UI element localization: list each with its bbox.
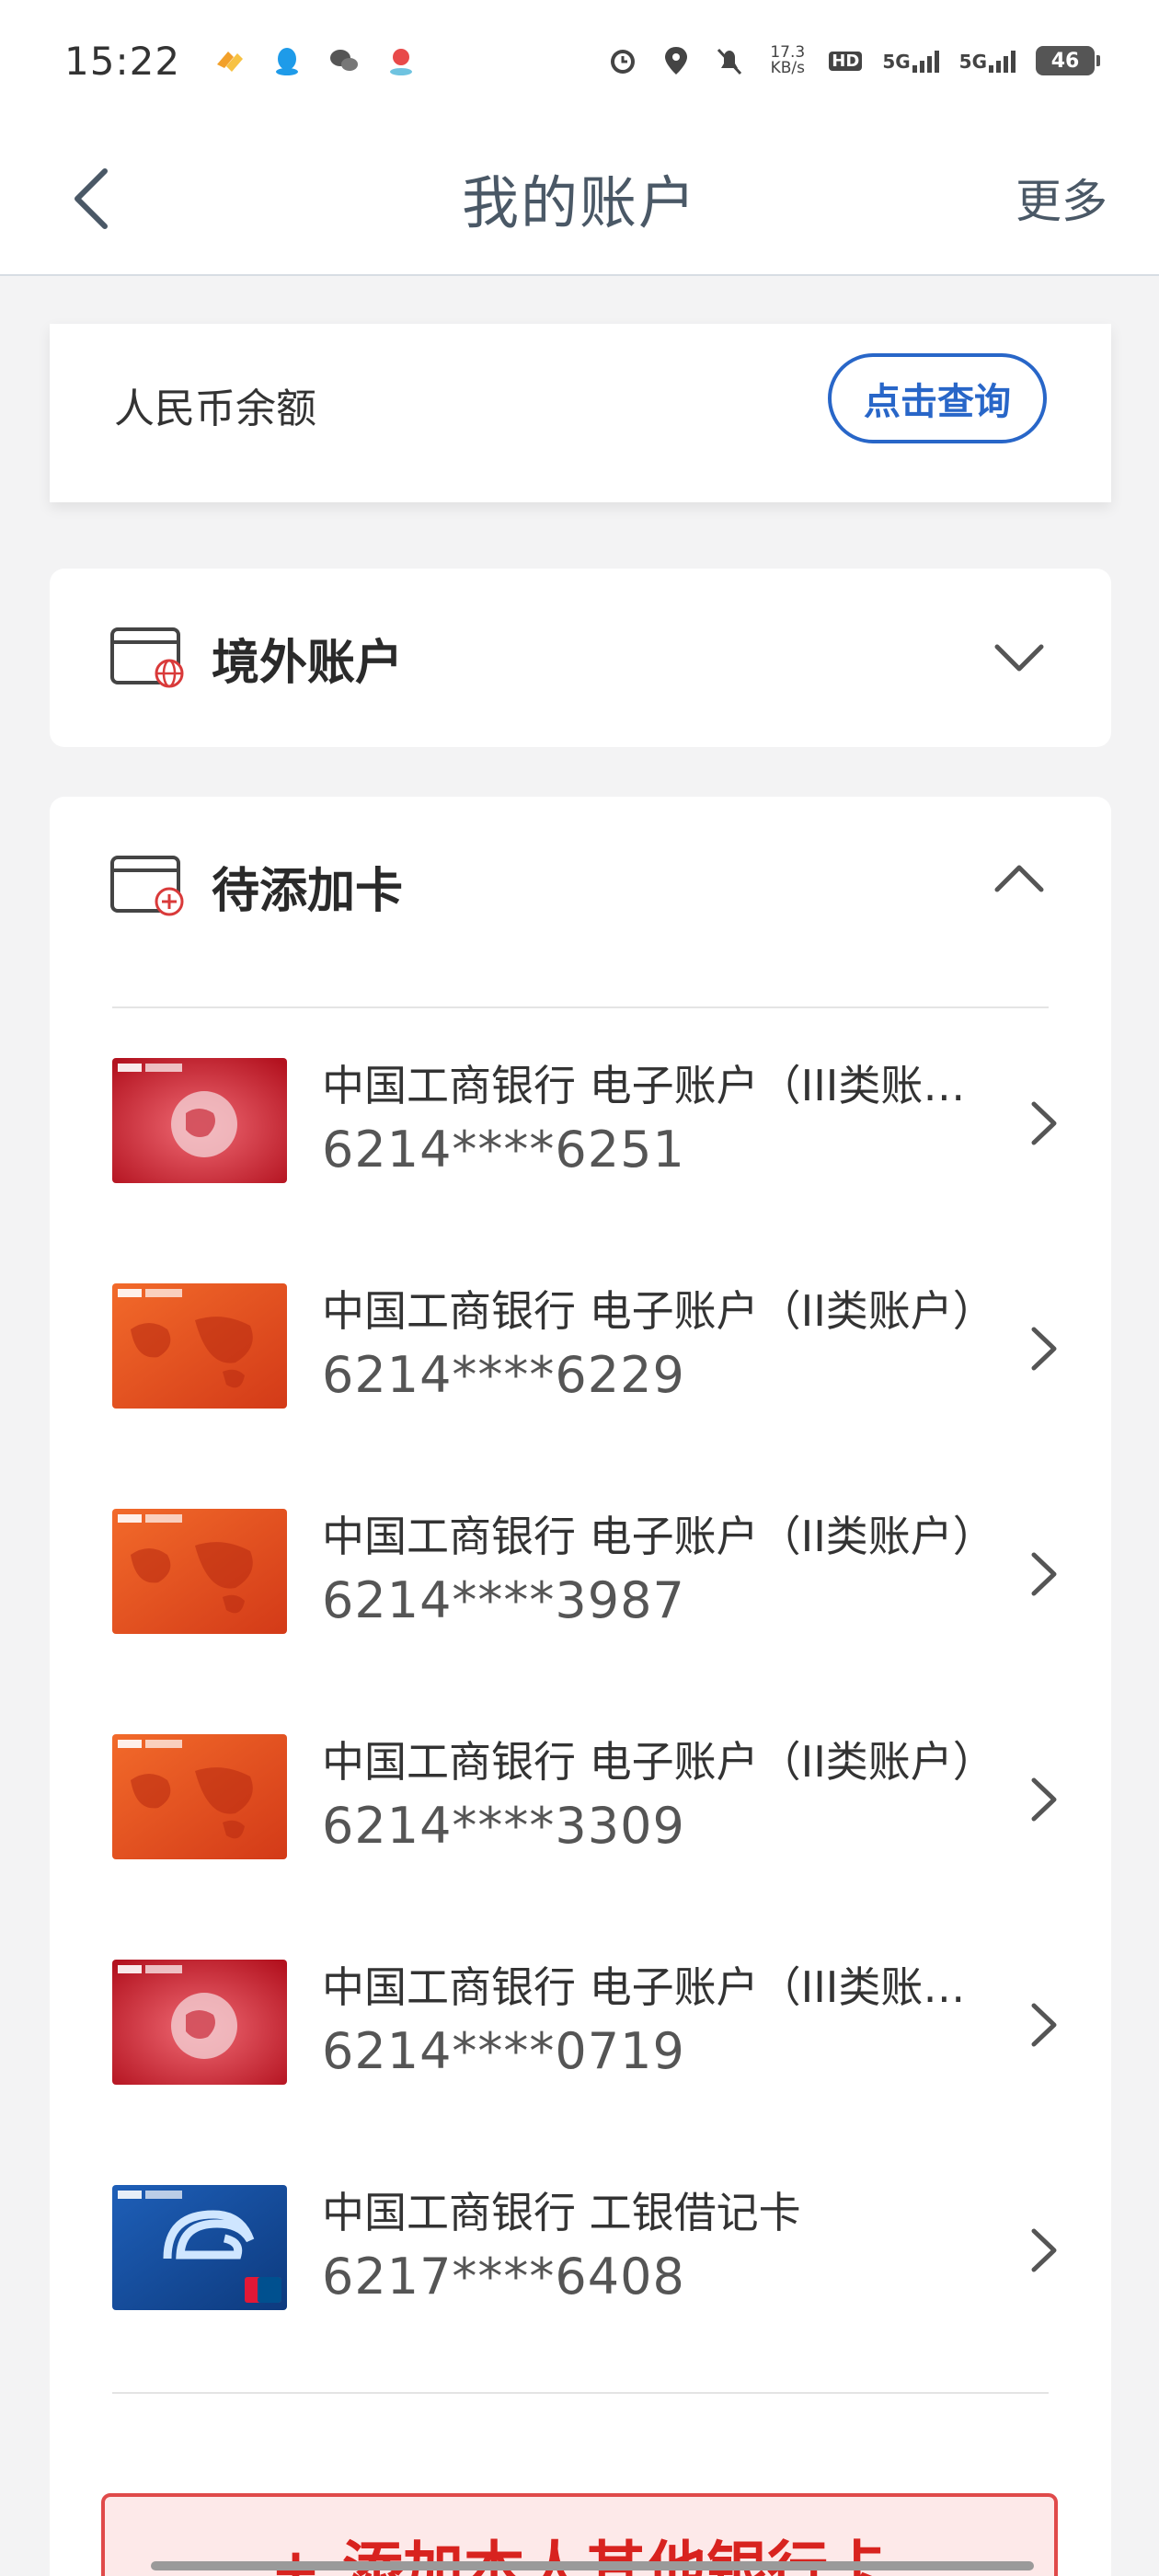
card-number: 6214****3987 <box>322 1571 685 1629</box>
signal-bars-icon <box>989 49 1016 73</box>
card-text: 中国工商银行 工银借记卡 6217****6408 <box>322 2183 1003 2312</box>
card-number: 6217****6408 <box>322 2248 685 2306</box>
card-number: 6214****6229 <box>322 1346 685 1404</box>
chevron-right-icon[interactable] <box>1028 1098 1060 1148</box>
alarm-icon <box>606 44 639 77</box>
chevron-right-icon[interactable] <box>1028 1549 1060 1599</box>
chevron-up-icon[interactable] <box>993 862 1045 895</box>
card-number: 6214****6251 <box>322 1121 685 1179</box>
query-balance-button[interactable]: 点击查询 <box>828 353 1047 443</box>
card-row[interactable]: 中国工商银行 电子账户（II类账户） 6214****3309 <box>112 1734 1060 1960</box>
wechat-icon <box>327 44 361 77</box>
overseas-section-header[interactable]: 境外账户 <box>50 569 1111 747</box>
bank-card-thumbnail <box>112 1960 287 2085</box>
signal-sim2: 5G <box>959 49 1016 73</box>
card-name: 中国工商银行 电子账户（III类账户） <box>322 1061 1003 1110</box>
card-row[interactable]: 中国工商银行 电子账户（III类账户） 6214****0719 <box>112 1960 1060 2185</box>
qq-icon <box>270 44 304 77</box>
mute-bell-icon <box>713 44 746 77</box>
chevron-down-icon[interactable] <box>993 641 1045 674</box>
card-number: 6214****0719 <box>322 2022 685 2080</box>
network-type-2: 5G <box>958 51 987 73</box>
bank-card-thumbnail <box>112 1734 287 1859</box>
card-row[interactable]: 中国工商银行 工银借记卡 6217****6408 <box>112 2185 1060 2410</box>
network-speed: 17.3 KB/s <box>766 45 809 76</box>
card-row[interactable]: 中国工商银行 电子账户（III类账户） 6214****6251 <box>112 1058 1060 1283</box>
card-text: 中国工商银行 电子账户（II类账户） 6214****3309 <box>322 1732 1003 1861</box>
card-name: 中国工商银行 工银借记卡 <box>322 2188 801 2237</box>
map-pin-notification-icon <box>384 44 418 77</box>
hd-indicator: HD <box>829 51 863 71</box>
chevron-right-icon[interactable] <box>1028 1324 1060 1374</box>
status-bar: 15:22 17.3 KB/s HD 5G 5G 46 <box>0 0 1159 121</box>
pending-section-header[interactable]: 待添加卡 <box>50 797 1111 975</box>
balance-label: 人民币余额 <box>114 385 316 432</box>
globe-card-icon <box>110 627 184 688</box>
card-name: 中国工商银行 电子账户（II类账户） <box>322 1512 995 1561</box>
card-text: 中国工商银行 电子账户（III类账户） 6214****6251 <box>322 1056 1003 1185</box>
pending-card-list: 中国工商银行 电子账户（III类账户） 6214****6251 中国工商银行 电子… <box>112 1058 1060 2410</box>
speed-unit: KB/s <box>770 59 805 77</box>
rmb-balance-card: 人民币余额 点击查询 <box>50 324 1111 502</box>
pending-cards-section: 待添加卡 中国工商银行 电子账户（III类账户） 6214****6251 中国工商… <box>50 797 1111 2576</box>
back-arrow-icon[interactable] <box>64 166 120 232</box>
add-card-icon <box>110 856 184 916</box>
card-row[interactable]: 中国工商银行 电子账户（II类账户） 6214****6229 <box>112 1283 1060 1509</box>
network-type-1: 5G <box>882 51 911 73</box>
bank-card-thumbnail <box>112 2185 287 2310</box>
bank-card-thumbnail <box>112 1058 287 1183</box>
status-time: 15:22 <box>64 38 181 84</box>
pending-section-title: 待添加卡 <box>212 863 404 919</box>
page-title: 我的账户 <box>461 169 697 236</box>
more-button[interactable]: 更多 <box>1016 165 1107 231</box>
divider <box>112 1006 1049 1008</box>
app-notification-icon <box>213 44 247 77</box>
chevron-right-icon[interactable] <box>1028 2225 1060 2275</box>
card-number: 6214****3309 <box>322 1797 685 1855</box>
chevron-right-icon[interactable] <box>1028 2000 1060 2050</box>
hd-label: HD <box>829 51 863 71</box>
divider <box>112 2392 1049 2394</box>
location-icon <box>660 44 693 77</box>
card-row[interactable]: 中国工商银行 电子账户（II类账户） 6214****3987 <box>112 1509 1060 1734</box>
overseas-section-title: 境外账户 <box>212 635 404 691</box>
card-text: 中国工商银行 电子账户（III类账户） 6214****0719 <box>322 1958 1003 2087</box>
signal-sim1: 5G <box>882 49 939 73</box>
signal-bars-icon <box>912 49 939 73</box>
card-name: 中国工商银行 电子账户（II类账户） <box>322 1286 995 1336</box>
card-name: 中国工商银行 电子账户（II类账户） <box>322 1737 995 1787</box>
home-indicator[interactable] <box>151 2561 1034 2570</box>
overseas-accounts-section[interactable]: 境外账户 <box>50 569 1111 747</box>
battery-icon: 46 <box>1036 46 1100 75</box>
notification-icons <box>213 44 418 77</box>
bank-card-thumbnail <box>112 1509 287 1634</box>
card-text: 中国工商银行 电子账户（II类账户） 6214****3987 <box>322 1507 1003 1636</box>
nav-header: 我的账户 更多 <box>0 121 1159 276</box>
card-text: 中国工商银行 电子账户（II类账户） 6214****6229 <box>322 1282 1003 1410</box>
system-status-icons: 17.3 KB/s HD 5G 5G 46 <box>606 44 1100 77</box>
chevron-right-icon[interactable] <box>1028 1775 1060 1824</box>
card-name: 中国工商银行 电子账户（III类账户） <box>322 1962 1003 2012</box>
bank-card-thumbnail <box>112 1283 287 1409</box>
